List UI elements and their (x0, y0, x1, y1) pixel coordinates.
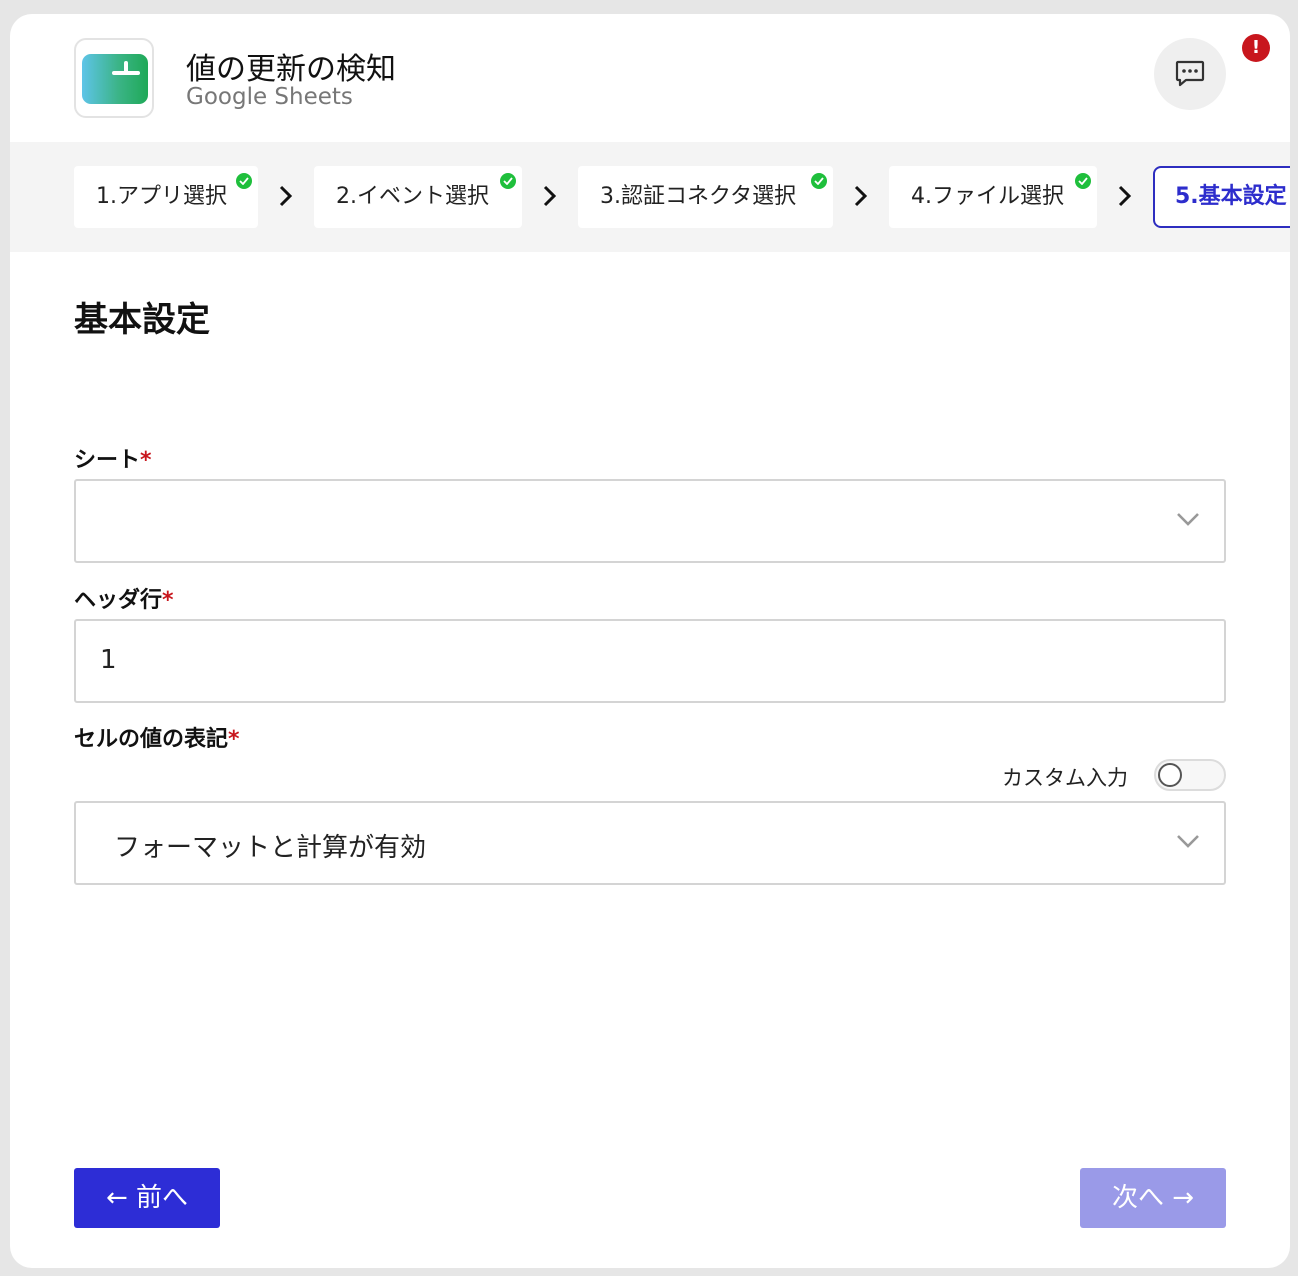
chevron-right-icon (1118, 185, 1132, 207)
required-mark: * (228, 727, 240, 752)
header-row-value: 1 (100, 645, 117, 675)
cell-format-label-text: セルの値の表記 (74, 727, 229, 752)
step-label: 3.認証コネクタ選択 (600, 184, 797, 209)
google-sheets-logo-icon (74, 38, 154, 118)
step-label: 5.基本設定 (1175, 184, 1287, 209)
sheet-label-text: シート (74, 448, 141, 473)
page-title: 値の更新の検知 (186, 52, 396, 87)
check-icon (1075, 173, 1091, 189)
chat-bubble-icon (1175, 60, 1205, 87)
step-label: 1.アプリ選択 (96, 184, 227, 209)
custom-input-toggle-label: カスタム入力 (1002, 766, 1128, 790)
chevron-down-icon (1177, 835, 1199, 848)
step-basic-settings[interactable]: 5.基本設定 (1153, 166, 1290, 228)
step-connector-select[interactable]: 3.認証コネクタ選択 (578, 166, 833, 228)
custom-input-toggle[interactable] (1154, 759, 1226, 791)
header-row-input[interactable]: 1 (74, 619, 1226, 703)
step-label: 2.イベント選択 (336, 184, 489, 209)
stepper: 1.アプリ選択 2.イベント選択 3.認証コネクタ選択 4.ファイル選択 5.基… (10, 142, 1290, 252)
sheet-select[interactable] (74, 479, 1226, 563)
check-icon (500, 173, 516, 189)
required-mark: * (140, 448, 152, 473)
prev-button[interactable]: ← 前へ (74, 1168, 220, 1228)
step-label: 4.ファイル選択 (911, 184, 1064, 209)
chevron-right-icon (543, 185, 557, 207)
sheet-label: シート* (74, 442, 152, 474)
settings-panel: 値の更新の検知 Google Sheets ! 1.アプリ選択 2.イベント選択… (10, 14, 1290, 1268)
chat-button[interactable] (1154, 38, 1226, 110)
chevron-down-icon (1177, 513, 1199, 526)
header-row-label-text: ヘッダ行 (74, 588, 163, 613)
section-title: 基本設定 (74, 300, 210, 340)
step-file-select[interactable]: 4.ファイル選択 (889, 166, 1097, 228)
chevron-right-icon (279, 185, 293, 207)
next-button[interactable]: 次へ → (1080, 1168, 1226, 1228)
cell-format-select[interactable]: フォーマットと計算が有効 (74, 801, 1226, 885)
app-name: Google Sheets (186, 84, 353, 110)
cell-format-label: セルの値の表記* (74, 721, 240, 753)
required-mark: * (162, 588, 174, 613)
chevron-right-icon (854, 185, 868, 207)
header-row-label: ヘッダ行* (74, 582, 174, 614)
cell-format-value: フォーマットと計算が有効 (114, 833, 427, 863)
step-app-select[interactable]: 1.アプリ選択 (74, 166, 258, 228)
toggle-knob (1158, 763, 1182, 787)
alert-badge[interactable]: ! (1242, 34, 1270, 62)
check-icon (811, 173, 827, 189)
check-icon (236, 173, 252, 189)
step-event-select[interactable]: 2.イベント選択 (314, 166, 522, 228)
